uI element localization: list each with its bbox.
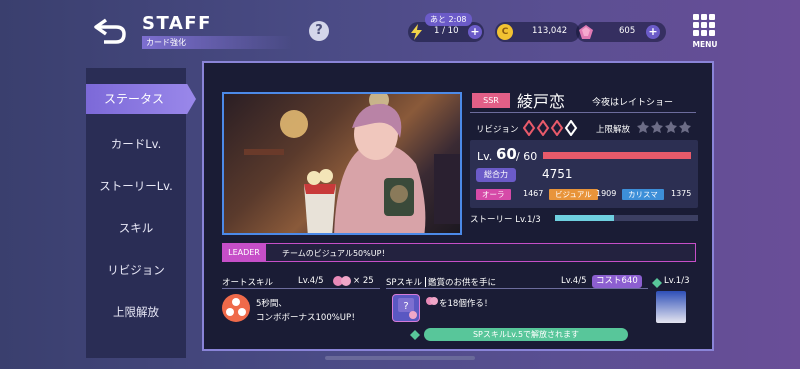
attr-visual-label: ビジュアル	[549, 189, 598, 200]
diamond-icon	[410, 330, 420, 340]
back-arrow-icon	[94, 18, 126, 44]
character-name: 綾戸恋	[517, 92, 566, 111]
coin-value: 113,042	[532, 26, 568, 36]
card-art-image	[244, 94, 460, 233]
story-level-label: ストーリー Lv.1/3	[470, 215, 541, 225]
scroll-indicator[interactable]	[325, 356, 475, 360]
divider	[425, 277, 426, 287]
level-max: / 60	[516, 150, 538, 163]
sp-skill-level: Lv.4/5	[561, 276, 587, 286]
sidebar-item-card-level[interactable]: カードLv.	[86, 136, 186, 152]
combo-icon	[226, 298, 246, 316]
revision-diamond-icons	[523, 120, 578, 136]
sidebar-item-story-level[interactable]: ストーリーLv.	[86, 178, 186, 194]
grid-menu-icon	[693, 14, 715, 36]
limit-break-label: 上限解放	[596, 125, 631, 135]
sidebar-item-revision[interactable]: リビジョン	[86, 262, 186, 278]
partner-level: Lv.1/3	[664, 276, 690, 286]
lightning-icon	[411, 24, 422, 40]
page-subtitle: カード強化	[142, 36, 292, 49]
card-illustration[interactable]	[222, 92, 462, 235]
card-title: 今夜はレイトショー	[592, 98, 674, 108]
menu-label: MENU	[692, 40, 718, 49]
page-title: STAFF	[142, 13, 212, 34]
svg-text:?: ?	[403, 301, 408, 312]
auto-skill-label: オートスキル	[222, 278, 274, 288]
rarity-badge: SSR	[472, 93, 510, 108]
sp-skill-icon[interactable]: ?	[392, 294, 420, 322]
gem-icon	[579, 25, 593, 39]
auto-skill-level: Lv.4/5	[298, 276, 324, 286]
auto-skill-icon[interactable]	[222, 294, 250, 322]
level-value: 60	[496, 145, 517, 163]
power-value: 4751	[542, 167, 573, 181]
flower-icon	[333, 276, 351, 286]
stamina-value: 1 / 10	[434, 26, 459, 36]
stamina-timer: あと 2:08	[425, 13, 472, 26]
add-gem-button[interactable]: +	[646, 25, 660, 39]
level-label: Lv.	[477, 150, 493, 163]
story-progress-fill	[555, 215, 614, 221]
sidebar-item-skill[interactable]: スキル	[86, 220, 186, 236]
auto-skill-desc-line1: 5秒間、	[256, 299, 287, 309]
flower-icon	[426, 297, 438, 305]
sp-skill-cost: コスト640	[592, 275, 642, 288]
partner-portrait[interactable]	[656, 291, 686, 323]
add-stamina-button[interactable]: +	[468, 25, 482, 39]
limit-break-star-icons	[637, 121, 691, 133]
sp-skill-label: SPスキル	[386, 278, 423, 288]
diamond-icon	[652, 278, 662, 288]
divider	[470, 112, 696, 113]
divider	[222, 288, 380, 289]
auto-skill-desc-line2: コンボボーナス100%UP！	[256, 313, 360, 323]
gem-value: 605	[619, 26, 636, 36]
attr-charisma-value: 1375	[671, 189, 692, 198]
menu-button[interactable]: MENU	[688, 14, 722, 50]
attr-charisma-label: カリスマ	[622, 189, 664, 200]
back-button[interactable]	[92, 16, 128, 46]
coin-icon: C	[497, 24, 513, 40]
attr-aura-label: オーラ	[476, 189, 511, 200]
leader-skill-text: チームのビジュアル50%UP！	[282, 249, 390, 258]
sidebar-item-limit-break[interactable]: 上限解放	[86, 304, 186, 320]
sp-skill-unlock-button[interactable]: SPスキルLv.5で解放されます	[424, 328, 628, 341]
help-button[interactable]: ?	[309, 21, 329, 41]
power-label: 総合力	[476, 168, 516, 182]
attr-aura-value: 1467	[523, 189, 544, 198]
leader-tag: LEADER	[222, 243, 266, 262]
auto-skill-count: × 25	[353, 276, 374, 286]
question-note-icon: ?	[398, 298, 417, 319]
attr-visual-value: 1909	[596, 189, 617, 198]
sp-skill-name: 鑑賞のお供を手に	[428, 278, 497, 288]
sidebar-item-status[interactable]: ステータス	[86, 84, 196, 114]
divider	[386, 288, 648, 289]
level-bar	[543, 152, 691, 159]
revision-label: リビジョン	[476, 125, 519, 135]
sp-skill-desc: を18個作る！	[439, 299, 493, 309]
